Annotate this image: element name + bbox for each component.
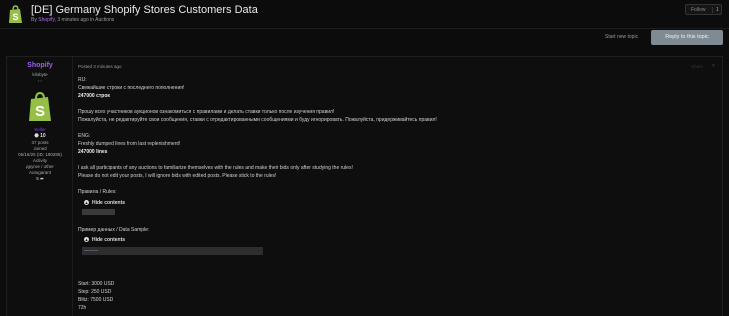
join-date: 05/16/25 (ID: 190285) <box>18 152 62 157</box>
spoiler-label: Hide contents <box>92 200 126 206</box>
reputation-badge: ⬣ 10 <box>7 133 73 139</box>
reply-to-topic-button[interactable]: Reply to this topic <box>651 30 723 45</box>
shopify-logo: S <box>9 5 22 23</box>
post-line: I ask all participants of any auctions t… <box>78 165 353 171</box>
author-status: Joined <box>33 146 47 151</box>
post-line: Step: 250 USD <box>78 289 112 295</box>
share-link[interactable]: Share <box>691 64 703 69</box>
post-line: RU: <box>78 77 87 83</box>
post-line: ENG: <box>78 133 91 139</box>
author-rank: kilobyte <box>32 72 48 77</box>
post-line: Freshly dumped lines from last replenish… <box>78 141 181 147</box>
author-panel: Shopify kilobyte • • S Seller ⬣ 10 37 po… <box>7 57 73 316</box>
start-new-topic-link[interactable]: Start new topic <box>605 34 638 40</box>
avatar[interactable]: S <box>26 91 54 122</box>
post-line: Пожалуйста, не редактируйте свои сообщен… <box>78 117 437 123</box>
author-link[interactable]: Shopify <box>38 17 54 23</box>
byline-meta: , 3 minutes ago in Auctions <box>54 17 115 23</box>
topic-byline: By Shopify, 3 minutes ago in Auctions <box>31 17 114 23</box>
share-icon[interactable]: < <box>712 63 715 69</box>
autogarant-label: Autogarant <box>28 170 52 175</box>
reply-button-label: Reply to this topic <box>665 34 709 40</box>
collapse-icon: ▴ <box>84 200 89 206</box>
post-line: Правила / Rules: <box>78 189 117 195</box>
post-line: Start: 3000 USD <box>78 281 115 287</box>
follow-label: Follow <box>691 7 706 13</box>
follow-divider <box>712 7 713 13</box>
reputation-value: 10 <box>40 133 46 139</box>
post-line: 72h <box>78 305 87 311</box>
svg-text:S: S <box>35 103 45 120</box>
post-line: 247000 строк <box>78 93 110 99</box>
post-count: 37 posts <box>31 140 49 145</box>
activity-value: другое / other <box>26 164 54 169</box>
blurred-link[interactable] <box>84 250 98 251</box>
post-line: 247000 lines <box>78 149 108 155</box>
activity-label: Activity <box>32 158 48 163</box>
follow-count: 1 <box>716 7 719 13</box>
blurred-content <box>82 247 263 255</box>
post-timestamp: Posted 3 minutes ago <box>78 64 122 69</box>
topic-header: S [DE] Germany Shopify Stores Customers … <box>0 0 729 28</box>
post-line: Прошу всех участников аукционов ознакоми… <box>78 109 335 115</box>
post-line: Пример данных / Data Sample: <box>78 227 150 233</box>
rank-stars: • • <box>38 78 42 83</box>
follow-button[interactable]: Follow 1 <box>685 4 722 15</box>
collapse-icon: ▴ <box>84 237 89 243</box>
post-line: Please do not edit your posts, I will ig… <box>78 173 277 179</box>
svg-text:S: S <box>12 12 18 22</box>
author-name[interactable]: Shopify <box>7 62 73 69</box>
autogarant-value: 5 ⬌ <box>36 176 44 181</box>
post-line: Blitz: 7500 USD <box>78 297 114 303</box>
author-badge: Seller <box>34 127 46 132</box>
header-divider <box>0 28 729 29</box>
spoiler-toggle-rules[interactable]: ▴ Hide contents <box>84 200 125 206</box>
spoiler-toggle-sample[interactable]: ▴ Hide contents <box>84 237 125 243</box>
blurred-content <box>82 209 115 215</box>
spoiler-label: Hide contents <box>92 237 126 243</box>
topic-title: [DE] Germany Shopify Stores Customers Da… <box>31 4 258 16</box>
post-line: Свежайшие строки с последнего пополнения… <box>78 85 185 91</box>
post-container: Shopify kilobyte • • S Seller ⬣ 10 37 po… <box>6 56 723 316</box>
